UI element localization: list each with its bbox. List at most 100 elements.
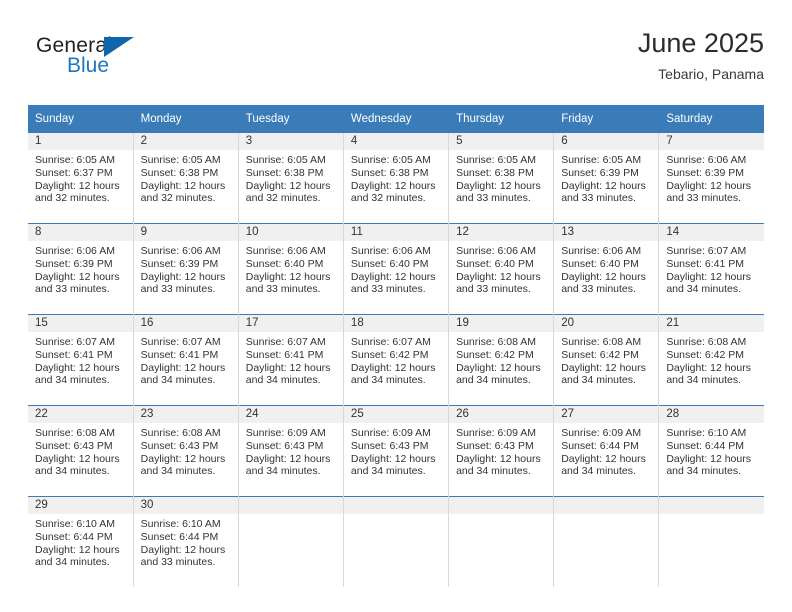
daylight-text-line1: Daylight: 12 hours bbox=[35, 452, 120, 465]
daylight-text-line1: Daylight: 12 hours bbox=[350, 452, 436, 465]
weekday-header-thursday: Thursday bbox=[448, 105, 555, 133]
calendar-day-cell[interactable]: 6 Sunrise: 6:05 AM Sunset: 6:39 PM Daylight… bbox=[553, 133, 660, 224]
daylight-text-line1: Daylight: 12 hours bbox=[245, 452, 331, 465]
calendar-day-cell[interactable]: 17 Sunrise: 6:07 AM Sunset: 6:41 PM Dayligh… bbox=[238, 314, 344, 406]
day-details: Sunrise: 6:05 AM Sunset: 6:38 PM Daylight:… bbox=[239, 150, 343, 205]
calendar-day-cell[interactable]: 27 Sunrise: 6:09 AM Sunset: 6:44 PM Dayligh… bbox=[553, 405, 660, 497]
calendar-body: 1 Sunrise: 6:05 AM Sunset: 6:37 PM Daylight… bbox=[28, 133, 764, 587]
calendar-day-cell[interactable]: 25 Sunrise: 6:09 AM Sunset: 6:43 PM Dayligh… bbox=[343, 405, 450, 497]
daylight-text-line2: and 33 minutes. bbox=[245, 283, 321, 296]
day-details: Sunrise: 6:09 AM Sunset: 6:43 PM Daylight:… bbox=[344, 423, 448, 478]
daylight-text-line2: and 34 minutes. bbox=[350, 465, 426, 478]
daylight-text-line2: and 34 minutes. bbox=[456, 465, 531, 478]
calendar-day-cell[interactable]: 10 Sunrise: 6:06 AM Sunset: 6:40 PM Dayligh… bbox=[238, 223, 344, 315]
calendar-day-cell[interactable]: 22 Sunrise: 6:08 AM Sunset: 6:43 PM Dayligh… bbox=[28, 405, 134, 497]
day-number bbox=[554, 497, 659, 514]
daylight-text-line1: Daylight: 12 hours bbox=[666, 270, 751, 283]
calendar-day-cell[interactable]: 29 Sunrise: 6:10 AM Sunset: 6:44 PM Dayligh… bbox=[28, 496, 134, 587]
daylight-text-line1: Daylight: 12 hours bbox=[140, 452, 226, 465]
day-number: 10 bbox=[238, 224, 343, 241]
sunrise-text: Sunrise: 6:07 AM bbox=[666, 245, 747, 257]
day-number: 14 bbox=[659, 224, 764, 241]
day-number: 17 bbox=[238, 315, 343, 332]
logo-word-blue: Blue bbox=[67, 54, 110, 77]
day-details: Sunrise: 6:07 AM Sunset: 6:41 PM Daylight:… bbox=[134, 332, 238, 387]
calendar-day-cell[interactable]: 23 Sunrise: 6:08 AM Sunset: 6:43 PM Dayligh… bbox=[133, 405, 239, 497]
calendar-day-cell[interactable]: 7 Sunrise: 6:06 AM Sunset: 6:39 PM Daylight… bbox=[658, 133, 764, 224]
daylight-text-line2: and 34 minutes. bbox=[350, 374, 426, 387]
calendar-day-cell[interactable]: 9 Sunrise: 6:06 AM Sunset: 6:39 PM Daylight… bbox=[133, 223, 239, 315]
calendar-day-cell[interactable]: 18 Sunrise: 6:07 AM Sunset: 6:42 PM Dayligh… bbox=[343, 314, 450, 406]
calendar-day-cell[interactable]: 2 Sunrise: 6:05 AM Sunset: 6:38 PM Daylight… bbox=[133, 133, 239, 224]
sunset-text: Sunset: 6:42 PM bbox=[350, 348, 429, 361]
calendar-day-cell[interactable]: 11 Sunrise: 6:06 AM Sunset: 6:40 PM Dayligh… bbox=[343, 223, 450, 315]
sunset-text: Sunset: 6:38 PM bbox=[350, 166, 429, 179]
daylight-text-line2: and 34 minutes. bbox=[666, 374, 742, 387]
sunrise-text: Sunrise: 6:09 AM bbox=[456, 427, 537, 439]
day-details: Sunrise: 6:08 AM Sunset: 6:42 PM Daylight:… bbox=[449, 332, 553, 387]
daylight-text-line2: and 34 minutes. bbox=[456, 374, 531, 387]
daylight-text-line1: Daylight: 12 hours bbox=[666, 179, 751, 192]
calendar-page: General Blue June 2025 Tebario, Panama S… bbox=[0, 0, 792, 612]
day-details: Sunrise: 6:10 AM Sunset: 6:44 PM Daylight:… bbox=[134, 514, 238, 569]
day-number: 24 bbox=[238, 406, 343, 423]
calendar-day-cell[interactable]: 14 Sunrise: 6:07 AM Sunset: 6:41 PM Dayligh… bbox=[658, 223, 764, 315]
day-details: Sunrise: 6:07 AM Sunset: 6:41 PM Daylight:… bbox=[659, 241, 764, 296]
calendar-day-cell[interactable]: 12 Sunrise: 6:06 AM Sunset: 6:40 PM Dayligh… bbox=[448, 223, 555, 315]
calendar-day-cell[interactable]: 21 Sunrise: 6:08 AM Sunset: 6:42 PM Dayligh… bbox=[658, 314, 764, 406]
day-number: 23 bbox=[133, 406, 238, 423]
calendar-day-cell[interactable]: 5 Sunrise: 6:05 AM Sunset: 6:38 PM Daylight… bbox=[448, 133, 555, 224]
day-number: 15 bbox=[28, 315, 133, 332]
day-number: 16 bbox=[133, 315, 238, 332]
day-details: Sunrise: 6:07 AM Sunset: 6:42 PM Daylight:… bbox=[344, 332, 448, 387]
title-block: June 2025 Tebario, Panama bbox=[638, 26, 764, 84]
sunrise-text: Sunrise: 6:09 AM bbox=[350, 427, 431, 439]
day-number: 13 bbox=[554, 224, 659, 241]
sunset-text: Sunset: 6:39 PM bbox=[561, 166, 639, 179]
day-number: 29 bbox=[28, 497, 133, 514]
generalblue-logo[interactable]: General Blue bbox=[36, 34, 156, 86]
daylight-text-line2: and 33 minutes. bbox=[140, 283, 216, 296]
sunset-text: Sunset: 6:43 PM bbox=[140, 439, 219, 452]
calendar-day-cell[interactable]: 8 Sunrise: 6:06 AM Sunset: 6:39 PM Daylight… bbox=[28, 223, 134, 315]
daylight-text-line2: and 34 minutes. bbox=[140, 465, 216, 478]
day-details: Sunrise: 6:05 AM Sunset: 6:37 PM Daylight:… bbox=[28, 150, 133, 205]
daylight-text-line2: and 34 minutes. bbox=[35, 374, 110, 387]
sunrise-text: Sunrise: 6:08 AM bbox=[561, 336, 642, 348]
calendar-day-cell[interactable]: 19 Sunrise: 6:08 AM Sunset: 6:42 PM Dayligh… bbox=[448, 314, 555, 406]
day-details: Sunrise: 6:06 AM Sunset: 6:39 PM Daylight:… bbox=[134, 241, 238, 296]
calendar-day-cell-empty bbox=[658, 496, 764, 587]
calendar-day-cell[interactable]: 13 Sunrise: 6:06 AM Sunset: 6:40 PM Dayligh… bbox=[553, 223, 660, 315]
daylight-text-line2: and 33 minutes. bbox=[561, 283, 636, 296]
daylight-text-line1: Daylight: 12 hours bbox=[35, 543, 120, 556]
calendar-day-cell[interactable]: 30 Sunrise: 6:10 AM Sunset: 6:44 PM Dayligh… bbox=[133, 496, 239, 587]
daylight-text-line2: and 34 minutes. bbox=[245, 465, 321, 478]
sunrise-text: Sunrise: 6:06 AM bbox=[35, 245, 115, 257]
day-number: 27 bbox=[554, 406, 659, 423]
calendar-day-cell[interactable]: 26 Sunrise: 6:09 AM Sunset: 6:43 PM Dayligh… bbox=[448, 405, 555, 497]
calendar-day-cell[interactable]: 28 Sunrise: 6:10 AM Sunset: 6:44 PM Dayligh… bbox=[658, 405, 764, 497]
calendar-week-row: 1 Sunrise: 6:05 AM Sunset: 6:37 PM Daylight… bbox=[28, 133, 764, 224]
day-number: 22 bbox=[28, 406, 133, 423]
calendar-day-cell[interactable]: 15 Sunrise: 6:07 AM Sunset: 6:41 PM Dayligh… bbox=[28, 314, 134, 406]
daylight-text-line1: Daylight: 12 hours bbox=[350, 179, 436, 192]
sunrise-text: Sunrise: 6:09 AM bbox=[245, 427, 326, 439]
day-details: Sunrise: 6:05 AM Sunset: 6:39 PM Daylight:… bbox=[554, 150, 658, 205]
calendar-day-cell[interactable]: 20 Sunrise: 6:08 AM Sunset: 6:42 PM Dayligh… bbox=[553, 314, 660, 406]
calendar-day-cell[interactable]: 1 Sunrise: 6:05 AM Sunset: 6:37 PM Daylight… bbox=[28, 133, 134, 224]
sunrise-text: Sunrise: 6:05 AM bbox=[245, 154, 326, 166]
daylight-text-line2: and 34 minutes. bbox=[245, 374, 321, 387]
day-details: Sunrise: 6:06 AM Sunset: 6:40 PM Daylight:… bbox=[554, 241, 658, 296]
sunrise-text: Sunrise: 6:07 AM bbox=[245, 336, 326, 348]
daylight-text-line1: Daylight: 12 hours bbox=[140, 543, 226, 556]
sunset-text: Sunset: 6:41 PM bbox=[245, 348, 324, 361]
calendar-day-cell[interactable]: 24 Sunrise: 6:09 AM Sunset: 6:43 PM Dayligh… bbox=[238, 405, 344, 497]
daylight-text-line1: Daylight: 12 hours bbox=[456, 179, 541, 192]
calendar-day-cell[interactable]: 4 Sunrise: 6:05 AM Sunset: 6:38 PM Daylight… bbox=[343, 133, 450, 224]
sunset-text: Sunset: 6:43 PM bbox=[350, 439, 429, 452]
daylight-text-line2: and 34 minutes. bbox=[561, 374, 636, 387]
sunrise-text: Sunrise: 6:05 AM bbox=[140, 154, 221, 166]
calendar-day-cell[interactable]: 16 Sunrise: 6:07 AM Sunset: 6:41 PM Dayligh… bbox=[133, 314, 239, 406]
sunrise-text: Sunrise: 6:09 AM bbox=[561, 427, 642, 439]
calendar-day-cell[interactable]: 3 Sunrise: 6:05 AM Sunset: 6:38 PM Daylight… bbox=[238, 133, 344, 224]
